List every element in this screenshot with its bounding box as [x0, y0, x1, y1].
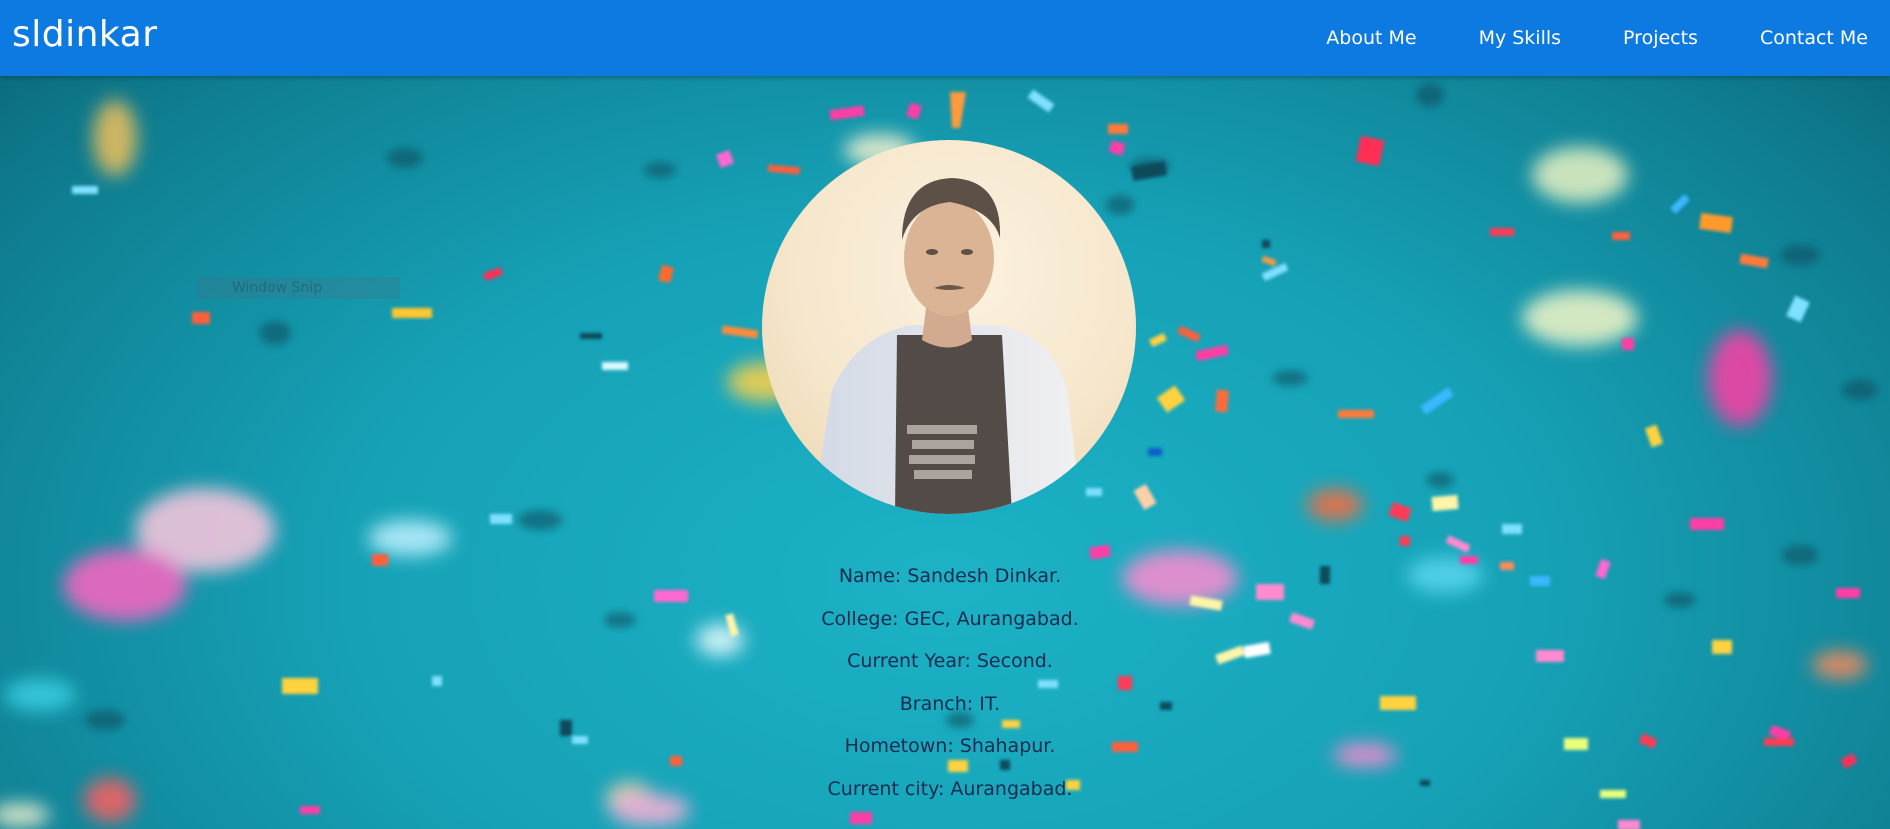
top-navbar: sldinkar About Me My Skills Projects Con… — [0, 0, 1890, 76]
window-snip-overlay: Window Snip — [198, 277, 400, 299]
nav-link-projects[interactable]: Projects — [1623, 27, 1698, 49]
nav-link-contact-me[interactable]: Contact Me — [1760, 27, 1868, 49]
nav-links: About Me My Skills Projects Contact Me — [1264, 0, 1868, 76]
profile-hometown: Hometown: Shahapur. — [844, 735, 1056, 757]
nav-link-my-skills[interactable]: My Skills — [1479, 27, 1561, 49]
profile-name: Name: Sandesh Dinkar. — [838, 565, 1062, 587]
profile-current-year: Current Year: Second. — [847, 650, 1053, 672]
profile-details: Name: Sandesh Dinkar. College: GEC, Aura… — [745, 555, 1155, 810]
profile-current-city: Current city: Aurangabad. — [827, 777, 1073, 800]
brand-logo[interactable]: sldinkar — [12, 14, 158, 55]
nav-link-about-me[interactable]: About Me — [1326, 27, 1416, 49]
profile-college: College: GEC, Aurangabad. — [821, 607, 1079, 630]
profile-avatar — [762, 140, 1136, 514]
portfolio-page: sldinkar About Me My Skills Projects Con… — [0, 0, 1890, 829]
profile-branch: Branch: IT. — [899, 692, 1001, 715]
profile-photo-icon — [762, 140, 1136, 514]
